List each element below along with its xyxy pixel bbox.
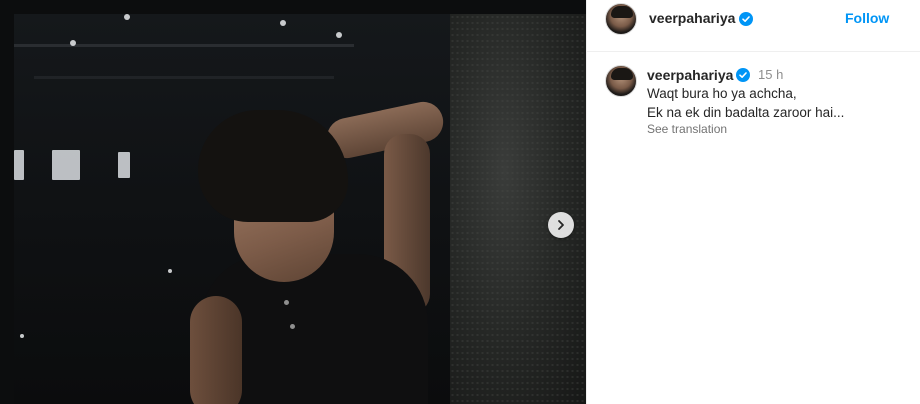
author-username[interactable]: veerpahariya xyxy=(649,10,735,26)
ceiling-beam xyxy=(34,76,334,79)
instagram-post-view: veerpahariya Follow veerpahariya 15 h Wa… xyxy=(0,0,920,404)
person-shoulder xyxy=(190,296,242,404)
post-photo xyxy=(14,14,586,404)
post-media[interactable] xyxy=(0,0,586,404)
ceiling-beam xyxy=(14,44,354,47)
avatar[interactable] xyxy=(605,65,637,97)
caption-comment: veerpahariya 15 h Waqt bura ho ya achcha… xyxy=(587,60,920,150)
follow-button[interactable]: Follow xyxy=(845,10,889,26)
window-light xyxy=(14,150,24,180)
post-header: veerpahariya Follow xyxy=(587,0,920,52)
chevron-right-icon xyxy=(558,220,564,230)
shirt-button xyxy=(284,300,289,305)
avatar[interactable] xyxy=(605,3,637,35)
post-sidebar: veerpahariya Follow veerpahariya 15 h Wa… xyxy=(586,0,920,404)
shirt-button xyxy=(290,324,295,329)
caption-text-line: Waqt bura ho ya achcha, xyxy=(647,86,797,101)
floor-light xyxy=(20,334,24,338)
carousel-next-button[interactable] xyxy=(548,212,574,238)
ceiling-light xyxy=(280,20,286,26)
window-light xyxy=(52,150,80,180)
person-hair xyxy=(198,110,348,222)
floor-light xyxy=(168,269,172,273)
concrete-pillar xyxy=(450,14,586,404)
verified-badge-icon xyxy=(739,12,753,26)
caption-username[interactable]: veerpahariya xyxy=(647,67,733,83)
verified-badge-icon xyxy=(736,68,750,82)
see-translation-link[interactable]: See translation xyxy=(647,122,727,136)
caption-text-line: Ek na ek din badalta zaroor hai... xyxy=(647,105,845,120)
ceiling-light xyxy=(124,14,130,20)
ceiling-light xyxy=(70,40,76,46)
ceiling-light xyxy=(336,32,342,38)
window-light xyxy=(118,152,130,178)
post-timestamp[interactable]: 15 h xyxy=(758,67,783,82)
